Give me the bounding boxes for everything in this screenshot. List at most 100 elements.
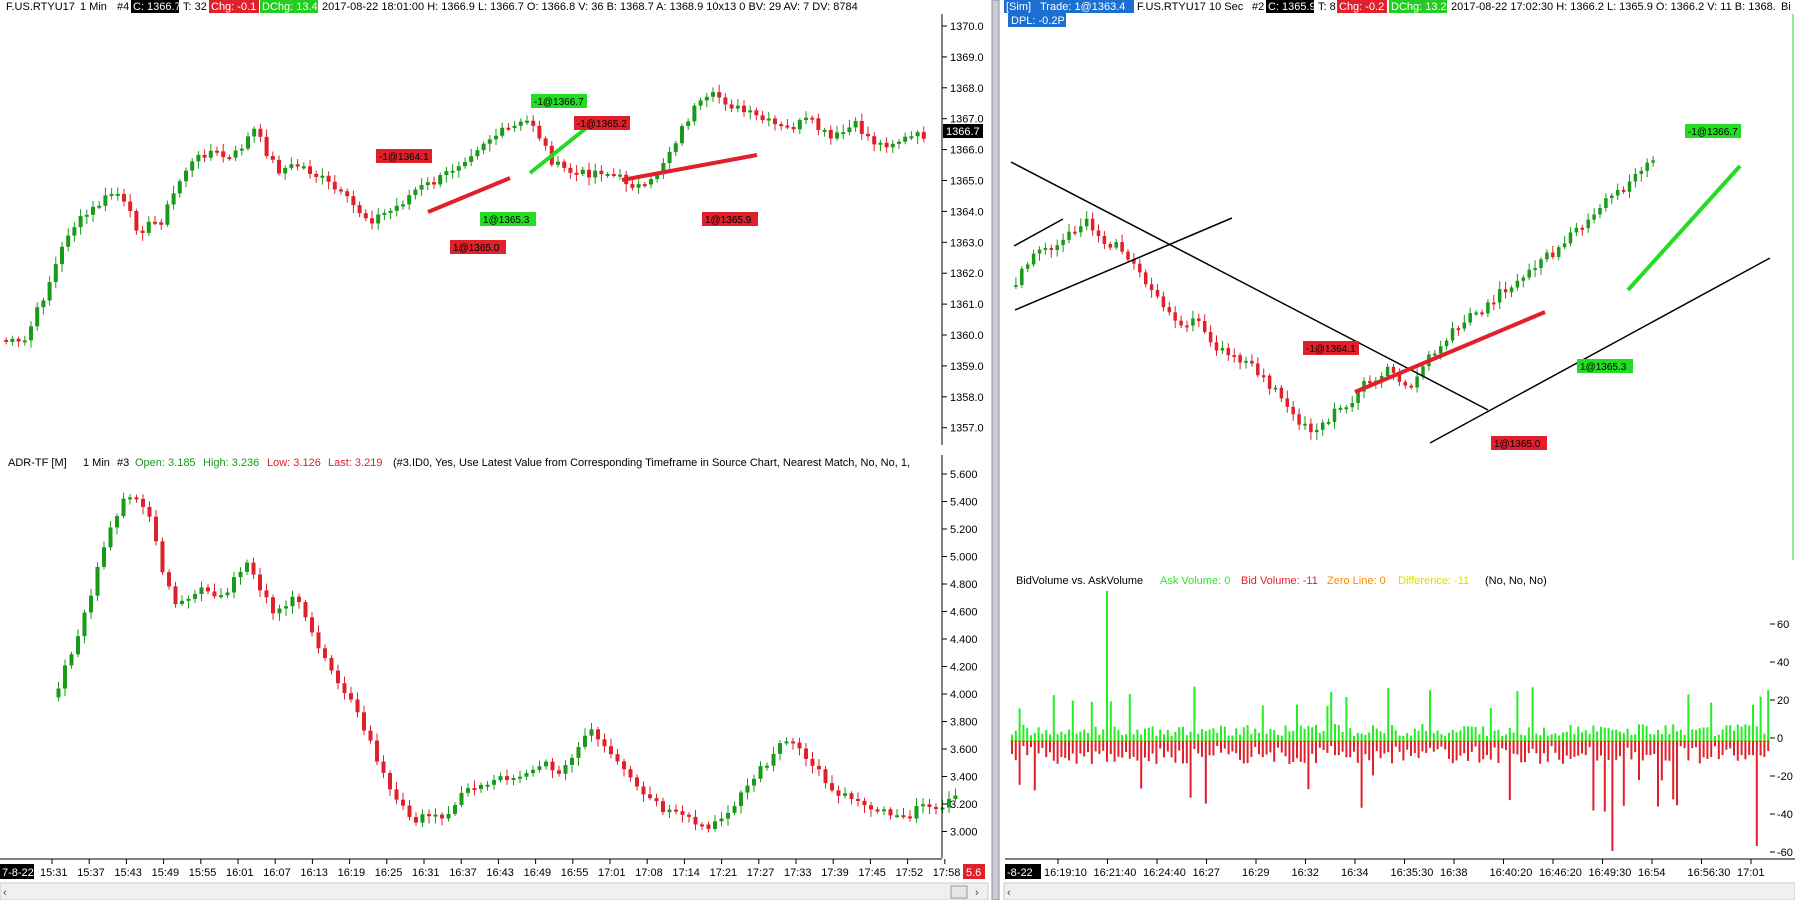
left-price-candle	[611, 173, 616, 176]
right-price-candle	[1556, 247, 1561, 257]
right-price-candle	[1250, 360, 1254, 364]
left-price-candle	[531, 120, 536, 126]
adr-candle	[56, 688, 61, 698]
left-price-candle	[84, 214, 89, 217]
left-price-candle	[438, 175, 443, 185]
adr-candle	[173, 586, 178, 605]
dpl-value: DPL: -0.2P	[1011, 15, 1065, 27]
adr-candle	[836, 790, 841, 796]
left-price-candle	[481, 143, 486, 151]
right-price-candle	[1061, 239, 1065, 246]
adr-candle	[69, 654, 74, 666]
trade-label: 1@1365.3	[483, 215, 530, 226]
right-scroll-left-icon[interactable]: ‹	[1007, 887, 1011, 899]
price-tick-label: 1360.0	[950, 330, 984, 342]
right-trade-info: Trade: 1@1363.4	[1040, 1, 1125, 13]
left-price-candle	[568, 167, 573, 173]
chart-window: F.US.RTYU17 1 Min #4 C: 1366.7 T: 32 Chg…	[0, 0, 1795, 900]
left-date-label: 7-8-22	[2, 867, 34, 879]
left-price-candle	[673, 143, 678, 152]
adr-candle	[199, 587, 204, 594]
adr-candle	[661, 801, 665, 813]
right-price-candle	[1073, 231, 1077, 234]
right-scrollbar[interactable]	[1003, 882, 1795, 900]
right-price-candle	[1438, 346, 1443, 354]
adr-candle	[596, 729, 600, 740]
adr-candle	[472, 788, 477, 791]
right-price-candle	[1303, 423, 1307, 426]
right-price-candle	[1527, 269, 1531, 278]
left-scroll-right-icon[interactable]: ›	[975, 887, 979, 899]
left-price-candle	[314, 173, 319, 177]
adr-candle	[440, 814, 444, 819]
right-price-candle	[1539, 259, 1543, 269]
adr-candle	[804, 748, 808, 759]
left-price-candle	[562, 161, 567, 168]
left-scrollbar[interactable]	[0, 882, 989, 900]
adr-candle	[355, 699, 360, 713]
left-scroll-thumb[interactable]	[950, 885, 968, 899]
adr-candle	[388, 772, 392, 790]
left-chg-value: Chg: -0.1	[211, 1, 256, 13]
time-tick-label: 16:37	[449, 867, 477, 879]
left-price-candle	[605, 173, 610, 176]
price-tick-label: 1368.0	[950, 83, 984, 95]
right-price-candle	[1521, 277, 1526, 281]
left-price-candle	[574, 172, 579, 175]
left-price-candle	[487, 139, 492, 144]
right-close-value: C: 1365.9	[1268, 1, 1316, 13]
adr-candle	[739, 792, 743, 807]
left-scroll-left-icon[interactable]: ‹	[3, 887, 7, 899]
adr-candle	[420, 814, 425, 823]
adr-candle	[609, 746, 613, 755]
time-tick-label: 16:49	[524, 867, 552, 879]
price-tick-label: 1365.0	[950, 176, 984, 188]
left-price-candle	[401, 204, 405, 207]
right-chart[interactable]: [Sim] Trade: 1@1363.4 F.US.RTYU17 10 Sec…	[1003, 0, 1795, 900]
left-price-candle	[159, 222, 164, 225]
volume-axis: 60 40 20 0 -20 -40 -60	[1770, 619, 1793, 859]
left-symbol: F.US.RTYU17	[6, 1, 75, 13]
right-header-details: 2017-08-22 17:02:30 H: 1366.2 L: 1365.9 …	[1451, 1, 1776, 13]
right-price-candle	[1391, 366, 1396, 373]
adr-candle	[459, 792, 464, 806]
adr-candle	[453, 805, 457, 814]
adr-candle	[524, 773, 529, 777]
adr-candle	[297, 596, 301, 603]
left-price-candle	[215, 150, 219, 153]
price-tick-label: 1367.0	[950, 114, 984, 126]
left-price-candle	[388, 210, 393, 213]
adr-candle	[583, 735, 587, 747]
adr-candle	[875, 809, 880, 812]
right-price-candle	[1090, 218, 1095, 231]
left-price-candle	[494, 135, 498, 140]
right-chart-number: #2	[1252, 1, 1264, 13]
right-price-candle	[1079, 226, 1083, 233]
price-tick-label: 1370.0	[950, 21, 984, 33]
left-price-candle	[711, 92, 715, 97]
left-header-details: 2017-08-22 18:01:00 H: 1366.9 L: 1366.7 …	[322, 1, 858, 13]
right-price-candle	[1592, 214, 1596, 220]
left-price-candle	[475, 150, 480, 157]
trade-label: 1@1365.0	[453, 243, 500, 254]
panel-splitter[interactable]	[991, 0, 1000, 900]
adr-candle	[622, 761, 626, 770]
left-price-candle	[413, 189, 418, 196]
time-tick-label: 16:25	[375, 867, 403, 879]
adr-candle	[485, 784, 490, 787]
adr-chart-number: #3	[117, 457, 129, 469]
left-price-candle	[742, 105, 746, 113]
volume-name: BidVolume vs. AskVolume	[1016, 575, 1143, 587]
left-price-candle	[804, 117, 808, 121]
adr-candle	[427, 814, 431, 817]
right-price-candle	[1025, 264, 1030, 269]
time-tick-label: 15:43	[114, 867, 142, 879]
vol-tick-label: -20	[1777, 771, 1793, 783]
left-chart[interactable]: F.US.RTYU17 1 Min #4 C: 1366.7 T: 32 Chg…	[0, 0, 989, 900]
left-price-candle	[537, 125, 542, 139]
right-price-candle	[1273, 387, 1278, 390]
left-price-candle	[270, 156, 275, 160]
left-price-candle	[22, 340, 27, 343]
left-price-candle	[41, 300, 46, 308]
price-tick-label: 1362.0	[950, 268, 984, 280]
